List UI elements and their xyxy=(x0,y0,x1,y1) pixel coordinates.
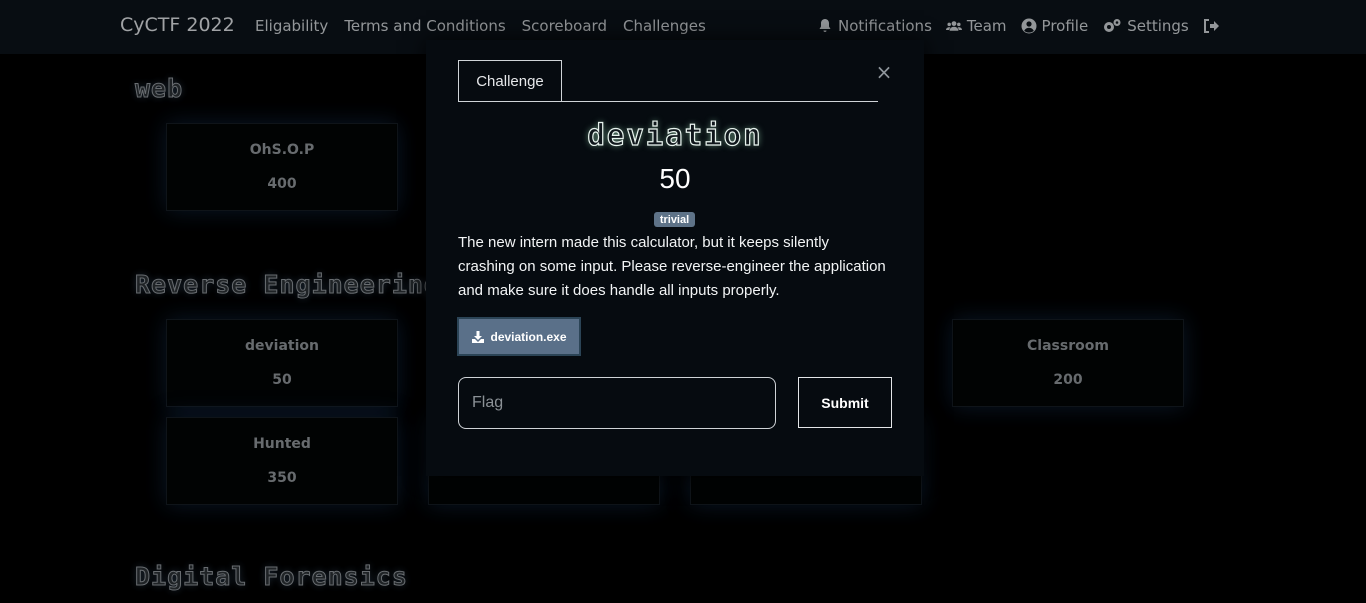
download-file-button[interactable]: deviation.exe xyxy=(457,317,581,356)
challenge-description: The new intern made this calculator, but… xyxy=(458,234,886,299)
submit-button[interactable]: Submit xyxy=(798,377,892,428)
close-icon[interactable]: × xyxy=(874,62,894,82)
tab-divider xyxy=(458,101,878,102)
download-file-label: deviation.exe xyxy=(490,329,567,344)
flag-input[interactable] xyxy=(458,377,776,429)
difficulty-badge: trivial xyxy=(654,212,695,227)
challenge-points: 50 xyxy=(659,163,691,194)
tab-challenge[interactable]: Challenge xyxy=(458,60,562,101)
challenge-title: deviation xyxy=(587,117,763,152)
challenge-modal: Challenge × deviation 50 trivial The new… xyxy=(426,40,924,476)
download-icon xyxy=(472,330,485,343)
